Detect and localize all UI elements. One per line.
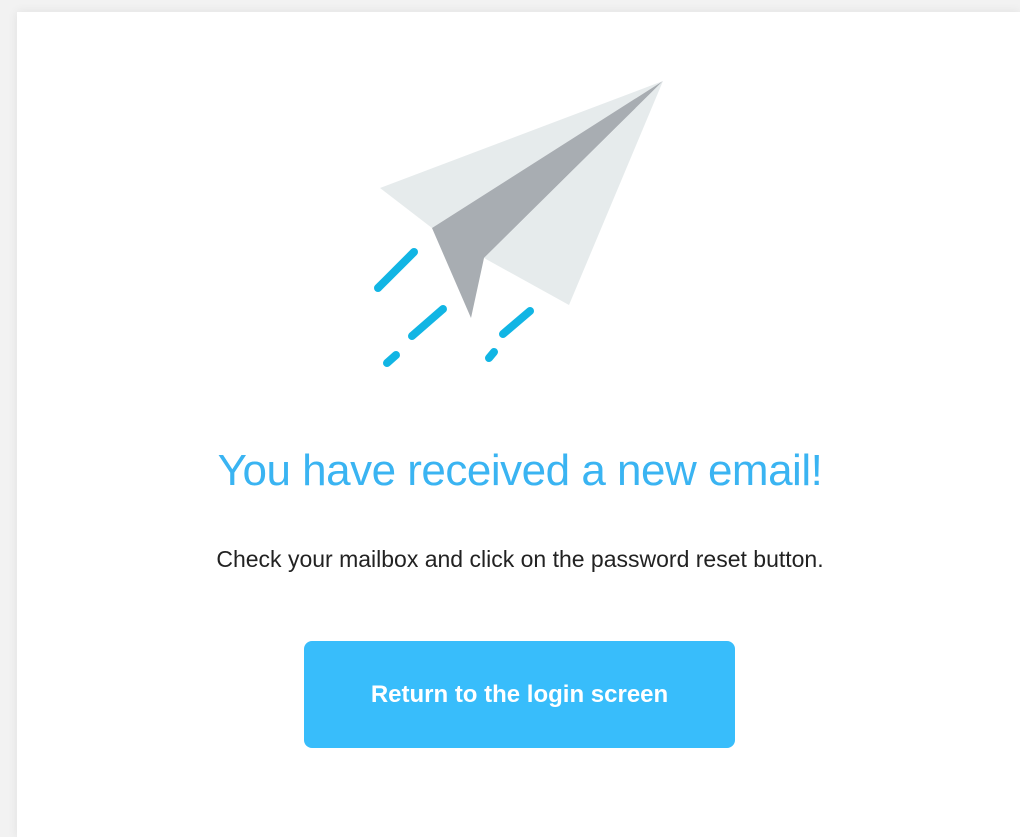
paper-plane-icon [374,81,663,367]
return-to-login-button[interactable]: Return to the login screen [304,641,735,748]
speed-line [383,351,400,367]
page-title: You have received a new email! [217,446,823,495]
instruction-text: Check your mailbox and click on the pass… [216,546,824,572]
speed-line [374,248,418,292]
speed-line [408,305,447,340]
speed-line [499,307,534,338]
speed-line [485,348,498,362]
